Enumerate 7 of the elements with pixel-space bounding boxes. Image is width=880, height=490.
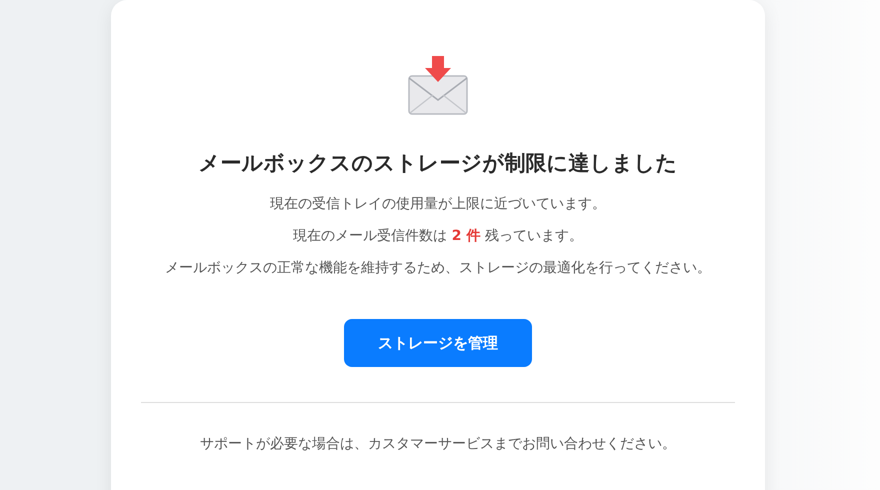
envelope-icon — [407, 54, 469, 116]
message-text: メールボックスの正常な機能を維持するため、ストレージの最適化を行ってください。 — [164, 259, 712, 278]
message-text: 現在のメール受信件数は 2 件 残っています。 — [292, 227, 584, 246]
card-title: メールボックスのストレージが制限に達しました — [198, 150, 678, 177]
message-text: 現在の受信トレイの使用量が上限に近づいています。 — [269, 195, 607, 214]
support-text: サポートが必要な場合は、カスタマーサービスまでお問い合わせください。 — [200, 435, 676, 454]
manage-storage-button[interactable]: ストレージを管理 — [344, 319, 532, 368]
